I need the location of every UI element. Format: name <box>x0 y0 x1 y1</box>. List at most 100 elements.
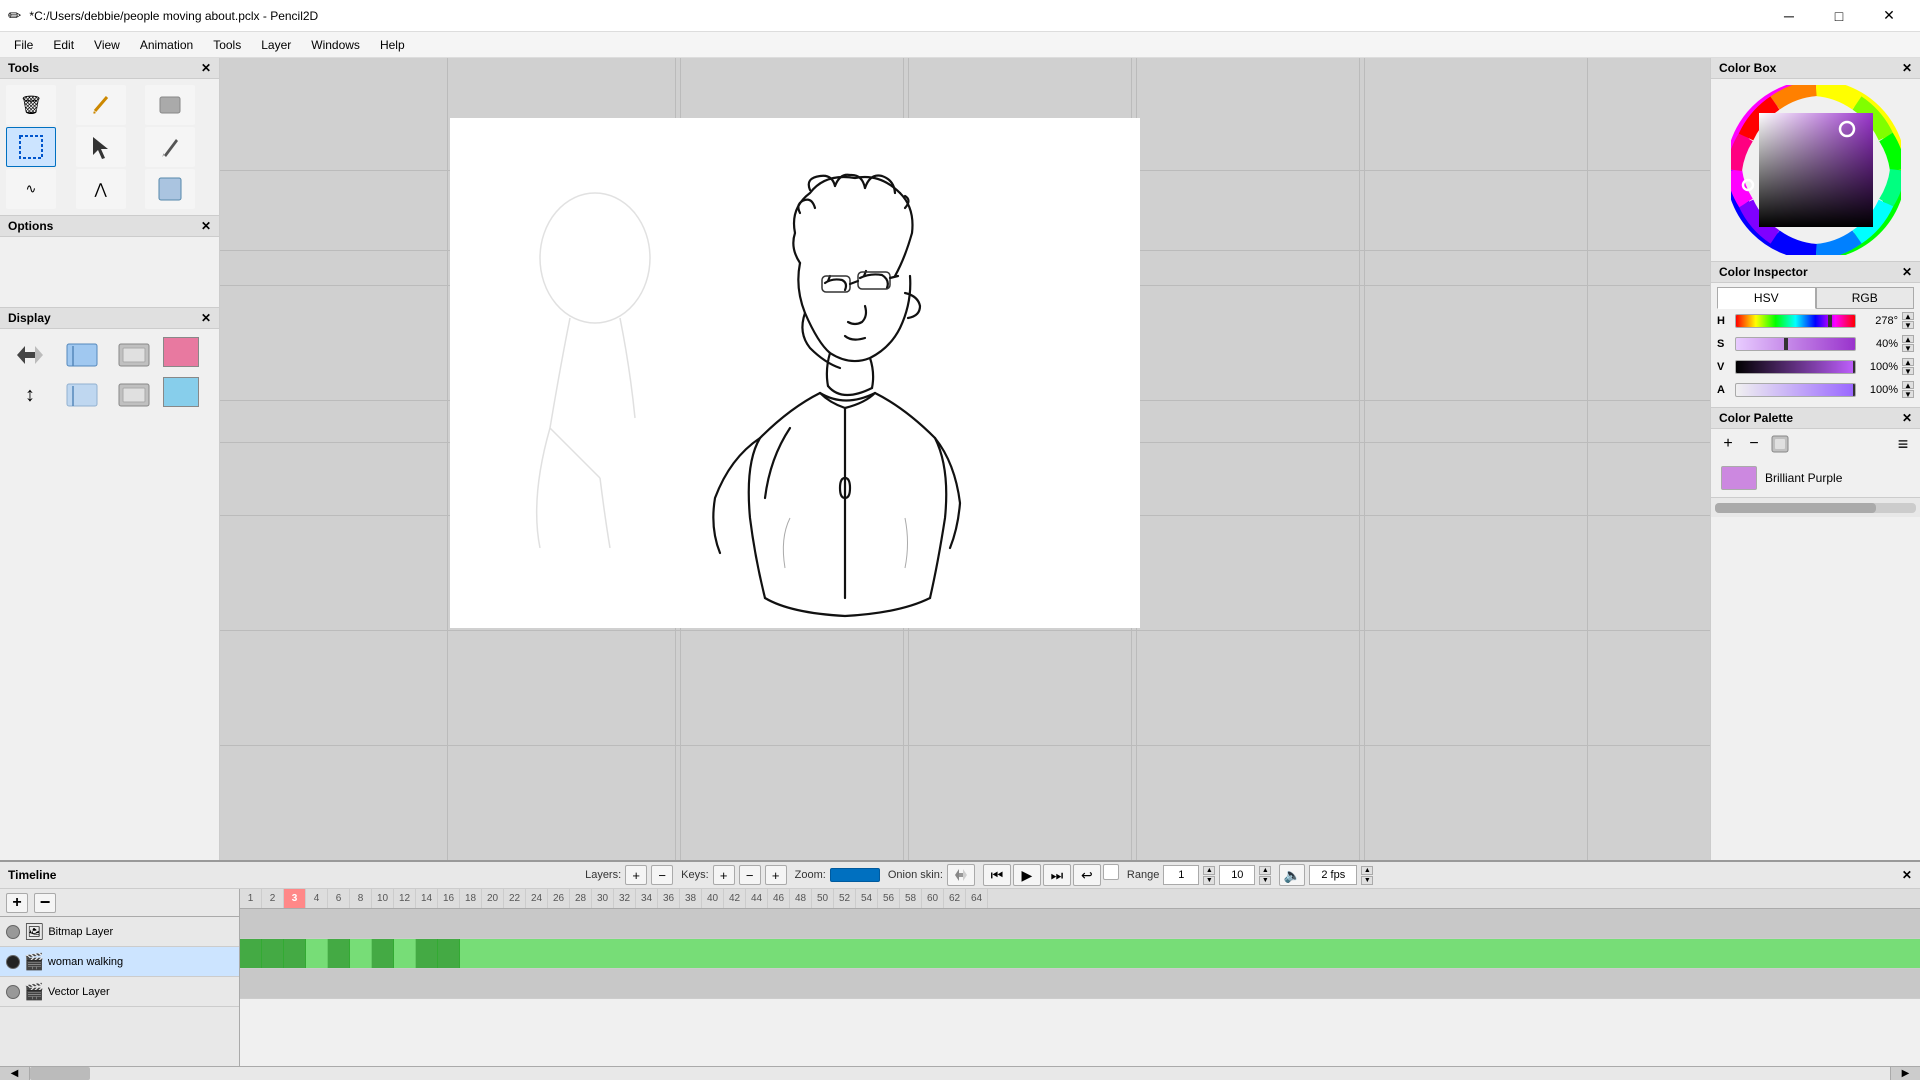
scroll-left-button[interactable]: ◀ <box>0 1067 30 1080</box>
woman-walking-track[interactable] <box>240 939 1920 969</box>
color-wheel[interactable] <box>1731 85 1901 255</box>
add-layer-button[interactable]: + <box>625 865 647 885</box>
polyline-tool[interactable]: ⋀ <box>76 169 126 209</box>
frame-12[interactable]: 12 <box>394 889 416 908</box>
pointer-tool[interactable] <box>76 127 126 167</box>
sat-spinbox[interactable]: ▲ ▼ <box>1902 335 1914 352</box>
range-end-spinbox[interactable]: ▲ ▼ <box>1259 866 1271 885</box>
maximize-button[interactable]: □ <box>1816 0 1862 32</box>
transport-play-button[interactable]: ▶ <box>1013 864 1041 886</box>
tab-hsv[interactable]: HSV <box>1717 287 1816 309</box>
color-swatch-1[interactable] <box>163 337 199 367</box>
fps-input[interactable] <box>1309 865 1357 885</box>
value-slider[interactable] <box>1735 360 1856 374</box>
pen-tool[interactable] <box>145 127 195 167</box>
frame-56[interactable]: 56 <box>878 889 900 908</box>
color-wheel-svg[interactable] <box>1731 85 1901 255</box>
palette-scrollbar[interactable] <box>1711 497 1920 517</box>
menu-file[interactable]: File <box>4 32 43 57</box>
track-key-1[interactable] <box>240 939 262 968</box>
fps-down[interactable]: ▼ <box>1361 876 1373 885</box>
range-start-down[interactable]: ▼ <box>1203 876 1215 885</box>
track-key-10[interactable] <box>438 939 460 968</box>
frame-64[interactable]: 64 <box>966 889 988 908</box>
color-palette-close-button[interactable]: ✕ <box>1902 411 1912 425</box>
bitmap-layer-track[interactable] <box>240 909 1920 939</box>
timeline-close-button[interactable]: ✕ <box>1902 868 1912 882</box>
brush-tool[interactable] <box>76 85 126 125</box>
scroll-right-button[interactable]: ▶ <box>1890 1067 1920 1080</box>
menu-view[interactable]: View <box>84 32 130 57</box>
transport-next-button[interactable]: ⏭ <box>1043 864 1071 886</box>
palette-item-brilliant-purple[interactable]: Brilliant Purple <box>1717 463 1914 493</box>
vector-layer-visibility[interactable] <box>6 985 20 999</box>
woman-walking-layer-row[interactable]: 🎬 woman walking <box>0 947 239 977</box>
palette-menu-button[interactable]: ≡ <box>1892 433 1914 455</box>
woman-walking-layer-visibility[interactable] <box>6 955 20 969</box>
val-spinbox[interactable]: ▲ ▼ <box>1902 358 1914 375</box>
scroll-track[interactable] <box>30 1067 1890 1080</box>
track-fill-4[interactable] <box>306 939 328 968</box>
frame-46[interactable]: 46 <box>768 889 790 908</box>
pencil-tool[interactable]: ∿ <box>6 169 56 209</box>
range-start-up[interactable]: ▲ <box>1203 866 1215 875</box>
key-duplicate-button[interactable]: + <box>765 865 787 885</box>
frame-48[interactable]: 48 <box>790 889 812 908</box>
menu-edit[interactable]: Edit <box>43 32 84 57</box>
frame-6[interactable]: 6 <box>328 889 350 908</box>
frame-30[interactable]: 30 <box>592 889 614 908</box>
vector-layer-row[interactable]: 🎬 Vector Layer <box>0 977 239 1007</box>
onion-prev-button[interactable] <box>60 337 104 373</box>
onion-arrows-button[interactable] <box>8 337 52 373</box>
track-key-7[interactable] <box>372 939 394 968</box>
eraser-tool[interactable]: 🗑 <box>6 85 56 125</box>
remove-layer-button[interactable]: − <box>651 865 673 885</box>
frame-3[interactable]: 3 <box>284 889 306 908</box>
sat-down-button[interactable]: ▼ <box>1902 344 1914 352</box>
transport-range-checkbox[interactable] <box>1103 864 1119 880</box>
alpha-slider[interactable] <box>1735 383 1856 397</box>
color-swatch-2[interactable] <box>163 377 199 407</box>
frame-28[interactable]: 28 <box>570 889 592 908</box>
frame-42[interactable]: 42 <box>724 889 746 908</box>
track-key-2[interactable] <box>262 939 284 968</box>
frame-34[interactable]: 34 <box>636 889 658 908</box>
bitmap-layer-visibility[interactable] <box>6 925 20 939</box>
frame-50[interactable]: 50 <box>812 889 834 908</box>
canvas-area[interactable] <box>220 58 1710 860</box>
onion-layer-button[interactable] <box>112 337 156 373</box>
range-end-down[interactable]: ▼ <box>1259 876 1271 885</box>
frame-32[interactable]: 32 <box>614 889 636 908</box>
key-remove-button[interactable]: − <box>739 865 761 885</box>
frame-8[interactable]: 8 <box>350 889 372 908</box>
display-close-button[interactable]: ✕ <box>201 311 211 325</box>
frame-10[interactable]: 10 <box>372 889 394 908</box>
zoom-bar[interactable] <box>830 868 880 882</box>
vector-layer-track[interactable] <box>240 969 1920 999</box>
tools-close-button[interactable]: ✕ <box>201 61 211 75</box>
sat-up-button[interactable]: ▲ <box>1902 335 1914 343</box>
onion-skin-button[interactable] <box>947 864 975 886</box>
frame-18[interactable]: 18 <box>460 889 482 908</box>
options-close-button[interactable]: ✕ <box>201 219 211 233</box>
fill-tool[interactable] <box>145 169 195 209</box>
menu-tools[interactable]: Tools <box>203 32 251 57</box>
saturation-slider[interactable] <box>1735 337 1856 351</box>
transport-first-button[interactable]: ⏮ <box>983 864 1011 886</box>
track-fill-8[interactable] <box>394 939 416 968</box>
frame-22[interactable]: 22 <box>504 889 526 908</box>
layer-icon-2[interactable] <box>112 377 156 413</box>
frame-62[interactable]: 62 <box>944 889 966 908</box>
timeline-scrollbar[interactable]: ◀ ▶ <box>0 1066 1920 1080</box>
frame-60[interactable]: 60 <box>922 889 944 908</box>
range-end-up[interactable]: ▲ <box>1259 866 1271 875</box>
frame-14[interactable]: 14 <box>416 889 438 908</box>
range-start-input[interactable] <box>1163 865 1199 885</box>
smudge-tool[interactable] <box>145 85 195 125</box>
sound-button[interactable]: 🔈 <box>1279 864 1305 886</box>
val-up-button[interactable]: ▲ <box>1902 358 1914 366</box>
frame-58[interactable]: 58 <box>900 889 922 908</box>
palette-swatch-button[interactable] <box>1769 433 1791 455</box>
hue-spinbox[interactable]: ▲ ▼ <box>1902 312 1914 329</box>
palette-remove-button[interactable]: − <box>1743 433 1765 455</box>
